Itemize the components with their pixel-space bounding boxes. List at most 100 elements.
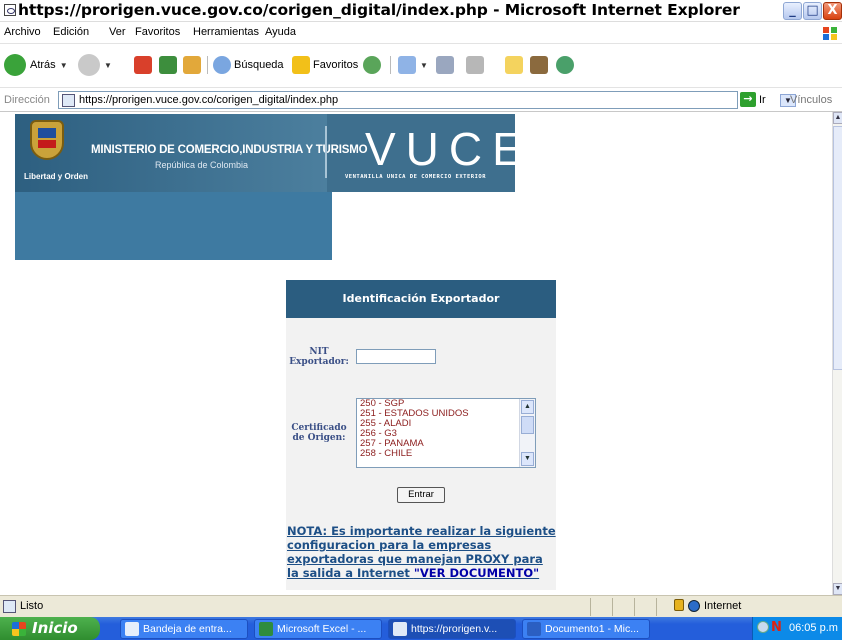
cert-option[interactable]: 258 - CHILE bbox=[357, 449, 535, 459]
ie-window: https://prorigen.vuce.gov.co/corigen_dig… bbox=[0, 0, 842, 640]
address-bar: Dirección https://prorigen.vuce.gov.co/c… bbox=[0, 88, 842, 112]
menu-archivo[interactable]: Archivo bbox=[4, 26, 41, 38]
menu-ayuda[interactable]: Ayuda bbox=[265, 26, 296, 38]
research-button[interactable] bbox=[530, 53, 548, 77]
scroll-down-icon[interactable]: ▼ bbox=[521, 452, 534, 466]
taskbar: Inicio Bandeja de entra... Microsoft Exc… bbox=[0, 617, 842, 640]
status-text: Listo bbox=[20, 600, 44, 612]
page-scrollbar[interactable]: ▲ ▼ bbox=[832, 112, 842, 595]
scroll-thumb[interactable] bbox=[521, 416, 534, 434]
research-icon bbox=[530, 56, 548, 74]
globe-icon bbox=[688, 600, 700, 612]
task-word[interactable]: Documento1 - Mic... bbox=[522, 619, 650, 639]
folder-button[interactable] bbox=[505, 53, 523, 77]
address-input[interactable]: https://prorigen.vuce.gov.co/corigen_dig… bbox=[58, 91, 796, 109]
security-zone: Internet bbox=[704, 600, 742, 612]
task-label: Microsoft Excel - ... bbox=[277, 623, 367, 635]
back-button[interactable]: Atrás ▼ bbox=[4, 53, 68, 77]
status-divider bbox=[590, 598, 591, 616]
outlook-icon bbox=[125, 622, 139, 636]
refresh-button[interactable] bbox=[159, 53, 177, 77]
page-scroll-thumb[interactable] bbox=[833, 126, 842, 370]
proxy-note[interactable]: NOTA: Es importante realizar la siguient… bbox=[287, 524, 557, 580]
page-status-icon bbox=[3, 600, 16, 613]
maximize-icon: □ bbox=[806, 3, 819, 18]
history-button[interactable] bbox=[363, 53, 381, 77]
banner-lower-block bbox=[15, 192, 332, 260]
lock-icon bbox=[674, 599, 684, 611]
task-ie[interactable]: https://prorigen.v... bbox=[388, 619, 516, 639]
search-label: Búsqueda bbox=[234, 59, 284, 71]
page-viewport: Libertad y Orden MINISTERIO DE COMERCIO,… bbox=[0, 112, 832, 595]
republic-name: República de Colombia bbox=[155, 160, 249, 170]
minimize-button[interactable]: _ bbox=[783, 2, 802, 20]
search-button[interactable]: Búsqueda bbox=[213, 53, 284, 77]
back-dropdown-icon: ▼ bbox=[59, 60, 68, 70]
folder-icon bbox=[505, 56, 523, 74]
task-outlook[interactable]: Bandeja de entra... bbox=[120, 619, 248, 639]
status-divider bbox=[612, 598, 613, 616]
windows-logo-icon bbox=[823, 27, 837, 40]
mail-dropdown-icon: ▼ bbox=[420, 60, 428, 70]
menu-favoritos[interactable]: Favoritos bbox=[135, 26, 180, 38]
history-icon bbox=[363, 56, 381, 74]
window-title: https://prorigen.vuce.gov.co/corigen_dig… bbox=[18, 1, 740, 19]
scroll-up-icon[interactable]: ▲ bbox=[833, 112, 842, 124]
print-icon bbox=[436, 56, 454, 74]
address-label: Dirección bbox=[4, 94, 50, 106]
minimize-icon: _ bbox=[789, 3, 796, 18]
go-button[interactable]: → Ir bbox=[740, 92, 766, 107]
task-label: Documento1 - Mic... bbox=[545, 623, 639, 635]
title-bar: https://prorigen.vuce.gov.co/corigen_dig… bbox=[0, 0, 842, 22]
windows-flag-icon bbox=[12, 622, 26, 636]
links-label[interactable]: Vínculos bbox=[790, 94, 832, 106]
entrar-button[interactable]: Entrar bbox=[397, 487, 445, 503]
scroll-up-icon[interactable]: ▲ bbox=[521, 400, 534, 414]
toolbar-separator bbox=[207, 56, 208, 74]
menu-herramientas[interactable]: Herramientas bbox=[193, 26, 259, 38]
scroll-down-icon[interactable]: ▼ bbox=[833, 583, 842, 595]
favorites-label: Favoritos bbox=[313, 59, 359, 71]
antivirus-icon[interactable]: N bbox=[771, 620, 782, 635]
task-label: https://prorigen.v... bbox=[411, 623, 498, 635]
edit-button[interactable] bbox=[466, 53, 484, 77]
word-icon bbox=[527, 622, 541, 636]
forward-dropdown-icon: ▼ bbox=[104, 60, 112, 70]
forward-arrow-icon bbox=[78, 54, 100, 76]
system-tray: N 06:05 p.m bbox=[752, 617, 842, 640]
ie-icon bbox=[393, 622, 407, 636]
certificate-listbox[interactable]: 250 - SGP 251 - ESTADOS UNIDOS 255 - ALA… bbox=[356, 398, 536, 468]
toolbar: Atrás ▼ ▼ Búsqueda Favoritos ▼ bbox=[0, 44, 842, 88]
home-button[interactable] bbox=[183, 53, 201, 77]
nit-input[interactable] bbox=[356, 349, 436, 364]
task-label: Bandeja de entra... bbox=[143, 623, 232, 635]
status-divider bbox=[634, 598, 635, 616]
stop-icon bbox=[134, 56, 152, 74]
maximize-button[interactable]: □ bbox=[803, 2, 822, 20]
forward-button[interactable]: ▼ bbox=[78, 53, 112, 77]
excel-icon bbox=[259, 622, 273, 636]
banner-divider bbox=[325, 126, 327, 178]
go-label: Ir bbox=[759, 93, 766, 106]
clock: 06:05 p.m bbox=[789, 622, 838, 634]
close-button[interactable]: X bbox=[823, 2, 842, 20]
back-arrow-icon bbox=[4, 54, 26, 76]
status-bar: Listo Internet bbox=[0, 595, 842, 617]
start-button[interactable]: Inicio bbox=[0, 617, 100, 640]
menu-ver[interactable]: Ver bbox=[109, 26, 126, 38]
mail-button[interactable]: ▼ bbox=[398, 53, 428, 77]
favorites-star-icon bbox=[292, 56, 310, 74]
menu-bar: Archivo Edición Ver Favoritos Herramient… bbox=[0, 22, 842, 44]
network-icon[interactable] bbox=[757, 621, 769, 633]
messenger-button[interactable] bbox=[556, 53, 574, 77]
refresh-icon bbox=[159, 56, 177, 74]
listbox-scrollbar[interactable]: ▲ ▼ bbox=[519, 399, 535, 467]
menu-edicion[interactable]: Edición bbox=[53, 26, 89, 38]
stop-button[interactable] bbox=[134, 53, 152, 77]
vuce-subtitle: VENTANILLA UNICA DE COMERCIO EXTERIOR bbox=[345, 174, 487, 180]
ver-documento-link[interactable]: "VER DOCUMENTO" bbox=[414, 566, 539, 580]
messenger-icon bbox=[556, 56, 574, 74]
favorites-button[interactable]: Favoritos bbox=[292, 53, 358, 77]
print-button[interactable] bbox=[436, 53, 454, 77]
task-excel[interactable]: Microsoft Excel - ... bbox=[254, 619, 382, 639]
